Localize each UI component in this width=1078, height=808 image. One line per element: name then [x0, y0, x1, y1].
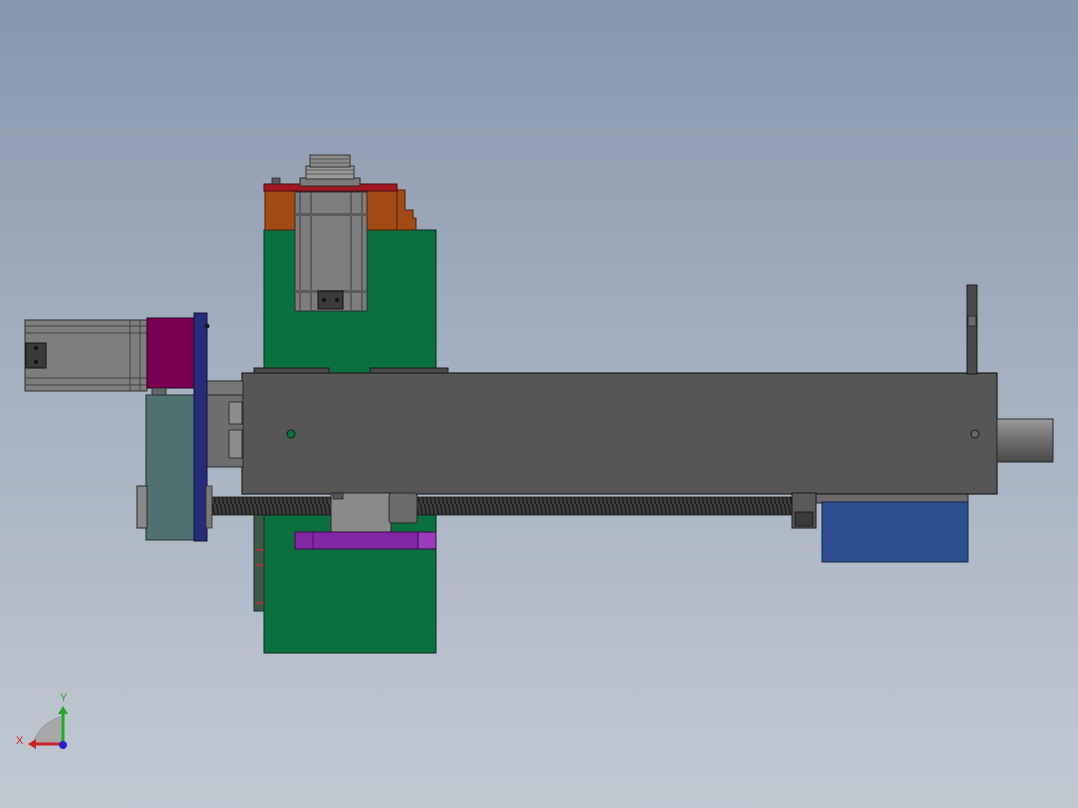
lower-frame-side-rail[interactable]: [253, 514, 265, 612]
coordinate-triad: X Y: [16, 692, 68, 749]
navy-mount-plate[interactable]: [193, 312, 208, 542]
cad-viewport[interactable]: X Y: [0, 0, 1078, 808]
motor-coupler-housing[interactable]: [146, 317, 196, 389]
drive-adapter-upper[interactable]: [206, 380, 244, 396]
x-axis-label: X: [16, 735, 24, 747]
y-axis-label: Y: [60, 692, 68, 704]
left-drive-assembly[interactable]: [24, 312, 244, 542]
ball-screw[interactable]: [209, 496, 816, 516]
z-axis-dot: [59, 741, 67, 749]
limit-sensor-bracket[interactable]: [966, 284, 978, 375]
gear-shaft-stub[interactable]: [136, 485, 148, 529]
top-pulley[interactable]: [299, 154, 361, 187]
rail-output-shaft[interactable]: [996, 418, 1054, 463]
cad-model-view[interactable]: X Y: [0, 0, 1078, 808]
purple-bracket[interactable]: [294, 531, 437, 550]
orange-mount-step[interactable]: [396, 189, 417, 231]
rail-screw-left: [286, 429, 296, 439]
rail-body[interactable]: [241, 372, 998, 495]
vertical-motor-connector: [317, 290, 344, 310]
belt-gear-cover[interactable]: [145, 394, 197, 541]
blue-end-block[interactable]: [821, 501, 969, 563]
triad-view-cone: [32, 715, 64, 746]
rail-screw-right: [970, 429, 980, 439]
